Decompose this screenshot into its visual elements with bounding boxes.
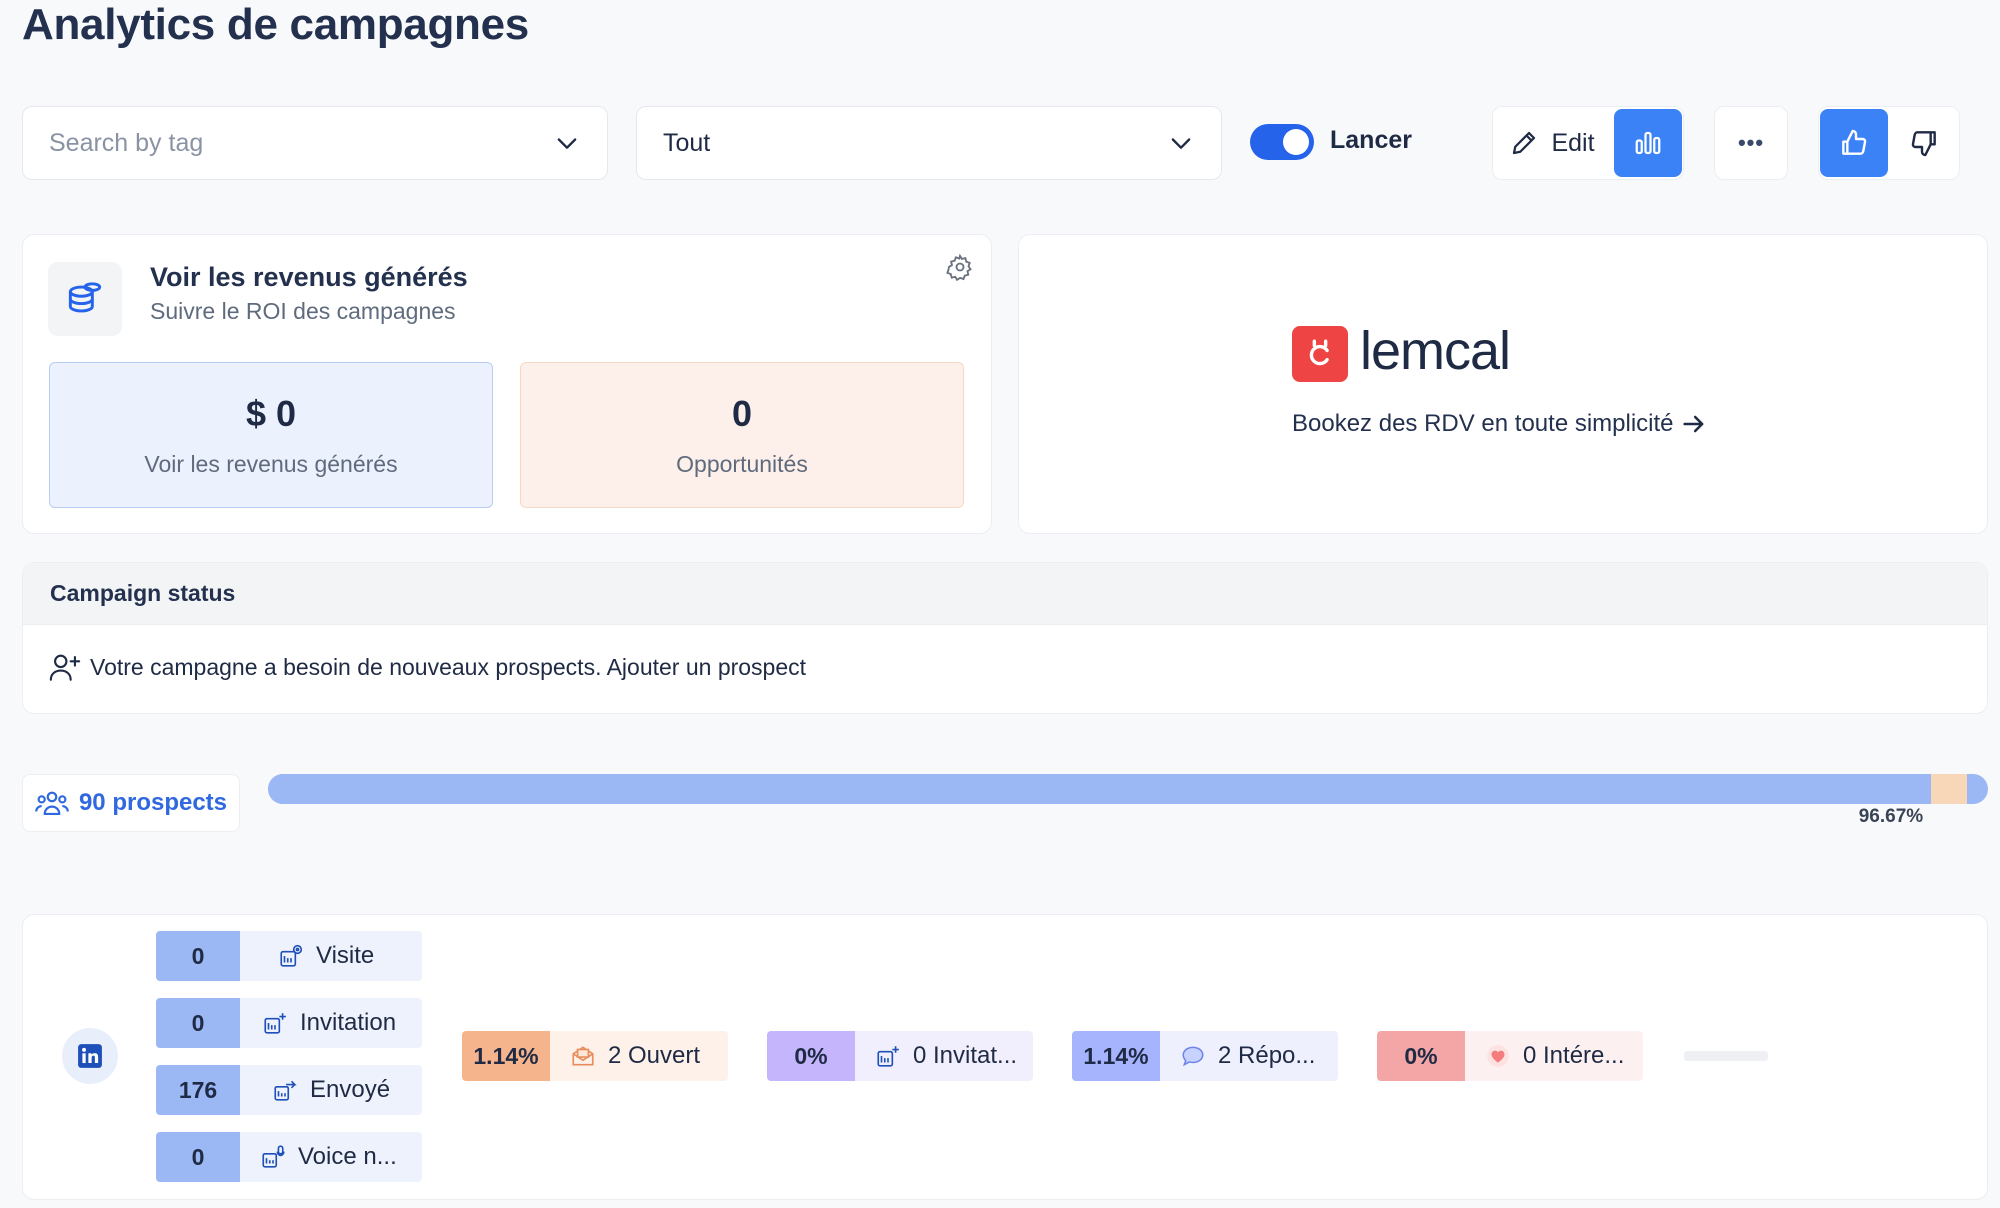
step-count: 0 bbox=[156, 931, 240, 981]
linkedin-invite-icon bbox=[877, 1046, 899, 1067]
metric-label: 2 Répo... bbox=[1218, 1042, 1316, 1069]
thumbs-up-button[interactable] bbox=[1820, 109, 1888, 177]
step-row-sent[interactable]: 176 Envoyé bbox=[156, 1065, 422, 1115]
metric-percentage: 1.14% bbox=[1072, 1031, 1160, 1081]
prospects-button[interactable]: 90 prospects bbox=[22, 774, 240, 832]
linkedin-visit-icon bbox=[280, 944, 303, 967]
thumbs-down-button[interactable] bbox=[1890, 109, 1958, 177]
chat-bubble-icon bbox=[1182, 1046, 1204, 1067]
metric-label: 0 Intére... bbox=[1523, 1042, 1625, 1069]
status-filter-value: Tout bbox=[663, 128, 711, 157]
settings-gear-icon[interactable] bbox=[946, 253, 974, 281]
prospects-progress-bar bbox=[268, 774, 1988, 804]
step-row-visit[interactable]: 0 Visite bbox=[156, 931, 422, 981]
metric-label: 2 Ouvert bbox=[608, 1042, 701, 1069]
step-count: 0 bbox=[156, 1132, 240, 1182]
prospects-label: 90 prospects bbox=[78, 789, 228, 816]
lemcal-link[interactable]: Bookez des RDV en toute simplicité bbox=[1292, 410, 1708, 438]
revenue-stat-box[interactable]: $ 0 Voir les revenus générés bbox=[49, 362, 493, 508]
page-title: Analytics de campagnes bbox=[22, 0, 529, 49]
step-label: Invitation bbox=[300, 1009, 397, 1036]
linkedin-invite-icon bbox=[264, 1013, 286, 1034]
status-filter-select[interactable]: Tout bbox=[636, 106, 1222, 180]
lemcal-logo-icon bbox=[1292, 326, 1348, 382]
step-label: Envoyé bbox=[310, 1076, 391, 1103]
tag-search-placeholder: Search by tag bbox=[49, 128, 204, 157]
metric-interested[interactable]: 0% 0 Intére... bbox=[1377, 1031, 1643, 1081]
revenue-icon-box bbox=[48, 262, 122, 336]
arrow-right-icon bbox=[1682, 415, 1703, 433]
stats-view-button[interactable] bbox=[1614, 109, 1682, 177]
coins-icon bbox=[68, 282, 102, 313]
metric-label: 0 Invitat... bbox=[913, 1042, 1018, 1069]
heart-icon bbox=[1487, 1045, 1509, 1067]
metric-placeholder bbox=[1684, 1051, 1768, 1061]
bar-chart-icon bbox=[1635, 131, 1661, 155]
thumbs-down-icon bbox=[1911, 131, 1936, 157]
opportunities-label: Opportunités bbox=[676, 450, 808, 477]
opportunities-stat-box[interactable]: 0 Opportunités bbox=[520, 362, 964, 508]
add-user-icon bbox=[49, 654, 81, 681]
lemcal-promo-card[interactable] bbox=[1018, 234, 1988, 534]
launch-toggle[interactable] bbox=[1250, 124, 1314, 160]
lemcal-brand-text: lemcal bbox=[1360, 321, 1511, 381]
linkedin-voice-icon bbox=[262, 1145, 285, 1168]
thumbs-up-icon bbox=[1842, 129, 1867, 155]
step-count: 176 bbox=[156, 1065, 240, 1115]
linkedin-icon bbox=[78, 1044, 102, 1068]
progress-fill bbox=[268, 774, 1931, 804]
tag-search-select[interactable]: Search by tag bbox=[22, 106, 608, 180]
step-row-voice[interactable]: 0 Voice n... bbox=[156, 1132, 422, 1182]
step-label: Visite bbox=[316, 942, 375, 969]
metric-percentage: 0% bbox=[767, 1031, 855, 1081]
launch-toggle-label: Lancer bbox=[1330, 126, 1412, 154]
linkedin-send-icon bbox=[274, 1080, 297, 1101]
campaign-status-header: Campaign status bbox=[23, 563, 1987, 625]
revenue-value: $ 0 bbox=[245, 392, 297, 434]
lemcal-brand: lemcal bbox=[1360, 320, 1511, 382]
status-message-text: Votre campagne a besoin de nouveaux pros… bbox=[90, 653, 807, 680]
campaign-status-message[interactable]: Votre campagne a besoin de nouveaux pros… bbox=[48, 650, 806, 684]
progress-orange-segment bbox=[1930, 774, 1967, 804]
edit-button-label: Edit bbox=[1551, 128, 1595, 157]
step-count: 0 bbox=[156, 998, 240, 1048]
metric-percentage: 0% bbox=[1377, 1031, 1465, 1081]
campaign-status-card: Campaign status bbox=[22, 562, 1988, 714]
revenue-subtitle: Suivre le ROI des campagnes bbox=[150, 298, 456, 324]
opportunities-value: 0 bbox=[731, 392, 753, 434]
metric-replies[interactable]: 1.14% 2 Répo... bbox=[1072, 1031, 1338, 1081]
linkedin-channel-badge bbox=[62, 1028, 118, 1084]
metric-opened[interactable]: 1.14% 2 Ouvert bbox=[462, 1031, 728, 1081]
pencil-icon bbox=[1513, 131, 1536, 155]
users-icon bbox=[35, 791, 69, 816]
envelope-open-icon bbox=[572, 1046, 594, 1066]
chevron-down-icon bbox=[1171, 138, 1191, 149]
more-options-button[interactable]: ••• bbox=[1714, 106, 1788, 180]
progress-percentage: 96.67% bbox=[1858, 806, 1924, 827]
toggle-knob bbox=[1283, 129, 1309, 155]
step-label: Voice n... bbox=[298, 1143, 397, 1170]
lemcal-tagline: Bookez des RDV en toute simplicité bbox=[1292, 410, 1674, 437]
more-icon: ••• bbox=[1737, 130, 1765, 155]
edit-button[interactable]: Edit bbox=[1492, 106, 1612, 180]
revenue-title: Voir les revenus générés bbox=[150, 262, 468, 292]
chevron-down-icon bbox=[557, 138, 577, 149]
step-row-invitation[interactable]: 0 Invitation bbox=[156, 998, 422, 1048]
revenue-label: Voir les revenus générés bbox=[144, 450, 398, 477]
metric-invitations[interactable]: 0% 0 Invitat... bbox=[767, 1031, 1033, 1081]
metric-percentage: 1.14% bbox=[462, 1031, 550, 1081]
calendar-icon bbox=[1309, 339, 1329, 366]
